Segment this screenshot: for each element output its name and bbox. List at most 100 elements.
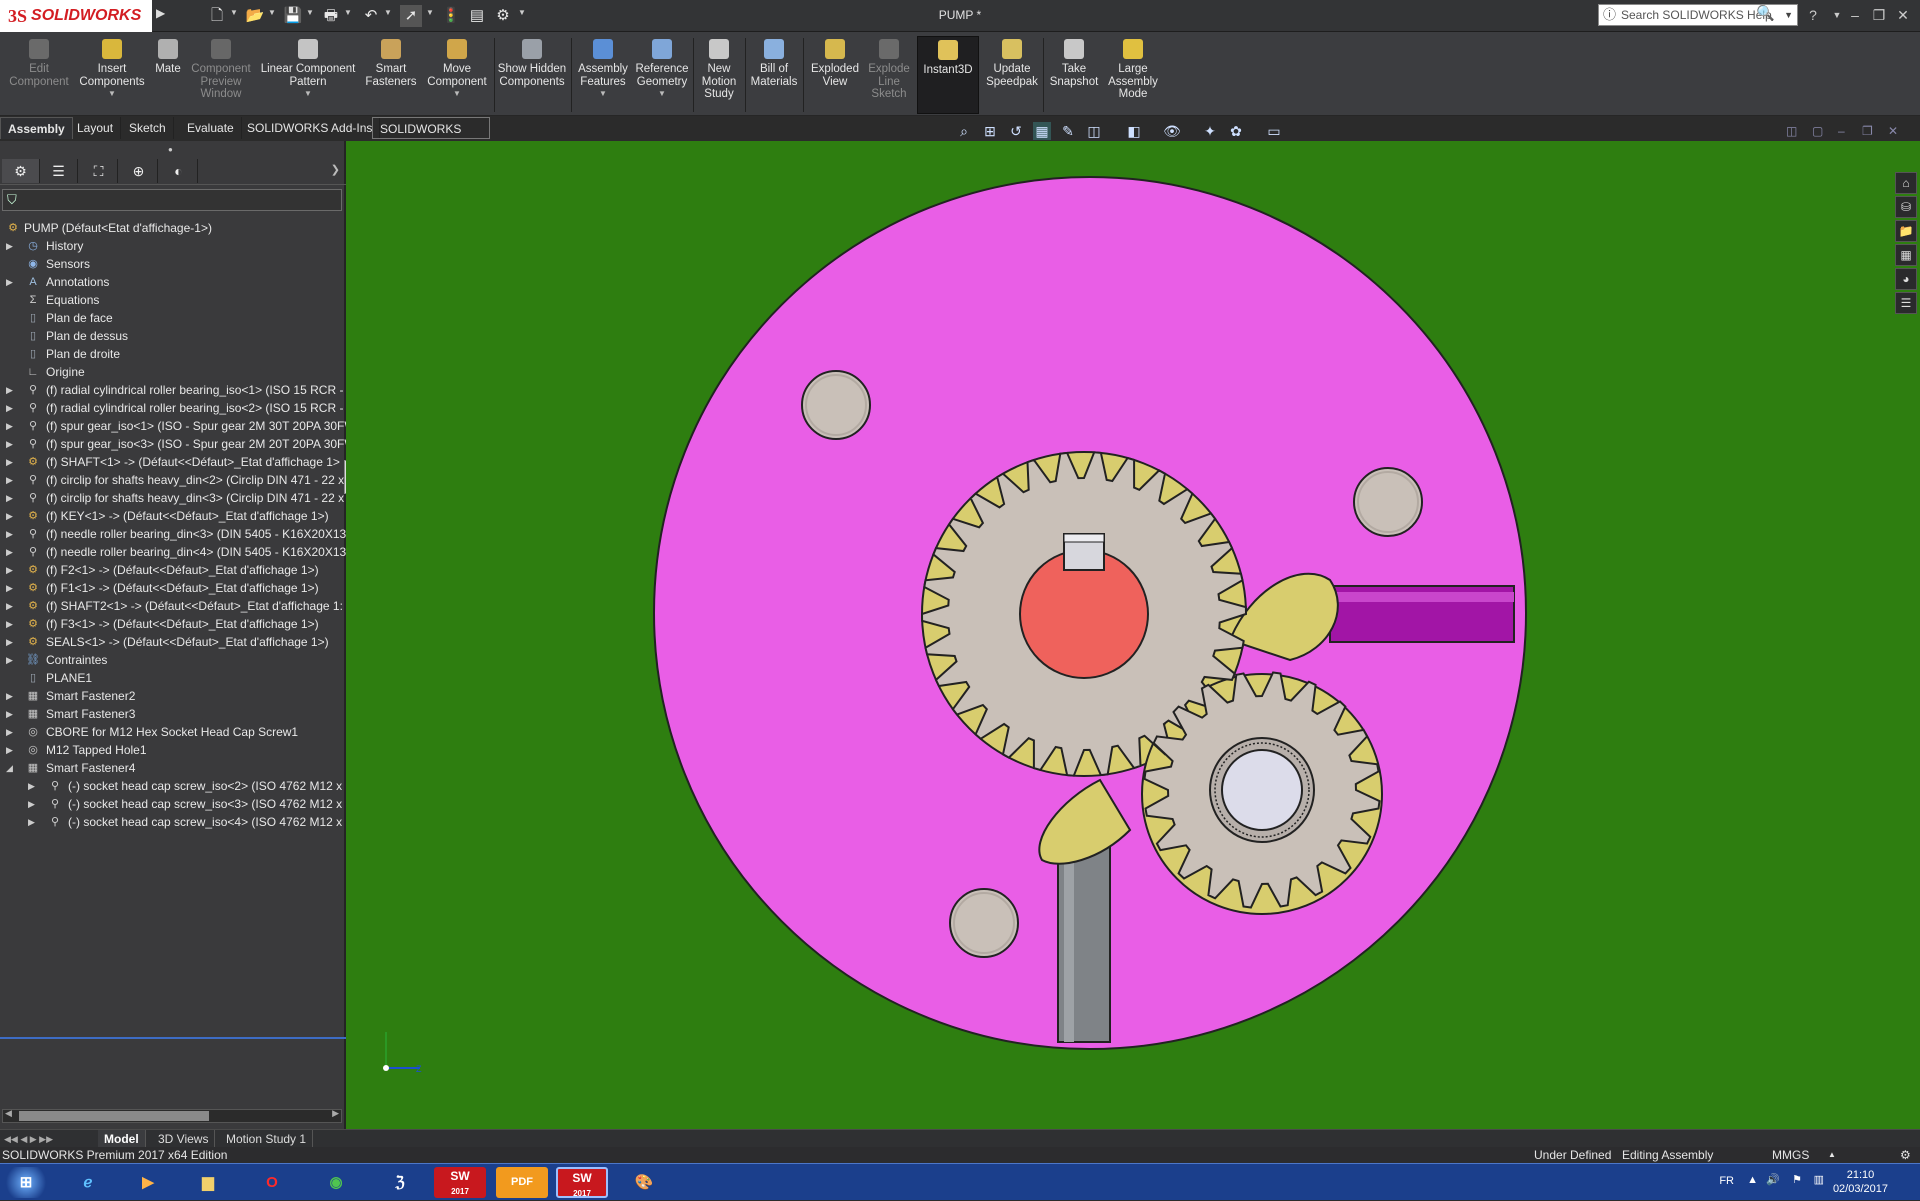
opera-icon[interactable]: O bbox=[246, 1167, 298, 1198]
ie-icon[interactable]: ℯ bbox=[62, 1167, 114, 1198]
save-dropdown-icon[interactable]: ▼ bbox=[306, 8, 314, 17]
options-dropdown-icon[interactable]: ▼ bbox=[518, 8, 526, 17]
tab-layout[interactable]: Layout bbox=[70, 117, 122, 139]
media-player-icon[interactable]: ▶ bbox=[122, 1167, 174, 1198]
tab-sketch[interactable]: Sketch bbox=[122, 117, 174, 139]
tree-filter-input[interactable]: ⛉ bbox=[2, 189, 342, 211]
show-hidden-icons-icon[interactable]: ▲ bbox=[1747, 1174, 1758, 1186]
scroll-right-icon[interactable]: ▶ bbox=[332, 1108, 339, 1119]
tree-item[interactable]: ▶ ⚲ (-) socket head cap screw_iso<4> (ISO … bbox=[0, 811, 346, 833]
assembly-features-dropdown-icon[interactable]: ▼ bbox=[574, 88, 632, 101]
open-folder-icon[interactable]: 📂 bbox=[244, 5, 266, 27]
large-assembly-mode-button[interactable]: Large Assembly Mode bbox=[1104, 36, 1162, 114]
save-icon[interactable]: 💾 bbox=[282, 5, 304, 27]
display-style-icon[interactable]: ◧ bbox=[1125, 122, 1143, 140]
customize-status-icon[interactable]: ⚙ bbox=[1900, 1147, 1911, 1163]
print-dropdown-icon[interactable]: ▼ bbox=[344, 8, 352, 17]
dimxpert-tab-icon[interactable]: ⊕ bbox=[120, 159, 158, 183]
update-speedpak-button[interactable]: Update Speedpak bbox=[982, 36, 1042, 114]
volume-icon[interactable]: 🔊 bbox=[1766, 1173, 1780, 1186]
custom-properties-icon[interactable]: ☰ bbox=[1895, 292, 1917, 314]
new-dropdown-icon[interactable]: ▼ bbox=[230, 8, 238, 17]
open-dropdown-icon[interactable]: ▼ bbox=[268, 8, 276, 17]
tab-motion-study-1[interactable]: Motion Study 1 bbox=[220, 1130, 314, 1148]
view-orientation-icon[interactable]: ◫ bbox=[1085, 122, 1103, 140]
scroll-left-icon[interactable]: ◀ bbox=[5, 1108, 12, 1119]
pdf-icon[interactable]: PDF bbox=[496, 1167, 548, 1198]
viewport-tile-icon[interactable]: ◫ bbox=[1786, 124, 1804, 140]
file-properties-icon[interactable]: ▤ bbox=[466, 5, 488, 27]
bill-of-materials-button[interactable]: Bill of Materials bbox=[748, 36, 800, 114]
tab-solidworks-mbd[interactable]: SOLIDWORKS MBD bbox=[372, 117, 490, 158]
new-document-icon[interactable]: 🗋 bbox=[206, 5, 228, 27]
zoom-to-fit-icon[interactable]: ⌕ bbox=[955, 122, 973, 140]
minimize-icon[interactable]: – bbox=[1844, 4, 1866, 26]
print-icon[interactable]: 🖶 bbox=[320, 5, 342, 27]
select-dropdown-icon[interactable]: ▼ bbox=[426, 8, 434, 17]
view-palette-icon[interactable]: ▦ bbox=[1895, 244, 1917, 266]
ds-icon[interactable]: ℨ bbox=[374, 1167, 426, 1198]
clock[interactable]: 21:10 02/03/2017 bbox=[1833, 1168, 1888, 1196]
unit-system-dropdown-icon[interactable]: ▲ bbox=[1828, 1147, 1836, 1163]
panel-expand-icon[interactable]: ❯ bbox=[331, 163, 340, 176]
tab-solidworks-add-ins[interactable]: SOLIDWORKS Add-Ins bbox=[240, 117, 381, 139]
move-component-button[interactable]: Move Component ▼ bbox=[424, 36, 490, 114]
explorer-icon[interactable]: ▆ bbox=[182, 1167, 234, 1198]
help-button[interactable]: ? bbox=[1802, 4, 1824, 26]
expand-icon[interactable]: ▶ bbox=[28, 811, 38, 833]
tab-model[interactable]: Model bbox=[98, 1130, 146, 1148]
configuration-manager-tab-icon[interactable]: ⛶ bbox=[80, 159, 118, 183]
appearances-icon[interactable]: ◕ bbox=[1895, 268, 1917, 290]
tab-scroll-icons[interactable]: ◀◀ ◀ ▶ ▶▶ bbox=[4, 1130, 53, 1148]
search-help-input[interactable]: ⓘ Search SOLIDWORKS Help 🔍 ▼ bbox=[1598, 4, 1798, 26]
chrome-icon[interactable]: ◉ bbox=[310, 1167, 362, 1198]
search-icon[interactable]: 🔍 bbox=[1756, 4, 1775, 24]
viewport-close-icon[interactable]: ✕ bbox=[1888, 124, 1906, 140]
language-indicator[interactable]: FR bbox=[1719, 1175, 1734, 1187]
display-manager-tab-icon[interactable]: ◐ bbox=[160, 159, 198, 183]
options-gear-icon[interactable]: ⚙ bbox=[492, 5, 514, 27]
feature-manager-tab-icon[interactable]: ⚙ bbox=[2, 159, 40, 183]
graphics-area[interactable]: Z bbox=[346, 141, 1920, 1129]
traffic-light-icon[interactable]: 🚦 bbox=[440, 5, 462, 27]
solidworks-resources-icon[interactable]: ⌂ bbox=[1895, 172, 1917, 194]
file-explorer-icon[interactable]: 📁 bbox=[1895, 220, 1917, 242]
start-icon[interactable]: ⊞ bbox=[2, 1167, 50, 1198]
rollback-bar[interactable] bbox=[0, 1037, 346, 1039]
zoom-to-area-icon[interactable]: ⊞ bbox=[981, 122, 999, 140]
tree-horizontal-scrollbar[interactable]: ◀ ▶ bbox=[2, 1108, 342, 1123]
bolt-head-2[interactable] bbox=[1353, 467, 1423, 537]
search-dropdown-icon[interactable]: ▼ bbox=[1784, 5, 1793, 25]
hide-show-items-icon[interactable]: 👁 bbox=[1163, 122, 1181, 140]
viewport-minimize-icon[interactable]: – bbox=[1838, 124, 1856, 140]
take-snapshot-button[interactable]: Take Snapshot bbox=[1046, 36, 1102, 114]
instant3d-button[interactable]: Instant3D bbox=[917, 36, 979, 114]
menu-expand-icon[interactable]: ▶ bbox=[156, 6, 170, 26]
bolt-head-1[interactable] bbox=[801, 370, 871, 440]
insert-components-button[interactable]: Insert Components ▼ bbox=[76, 36, 148, 114]
viewport-restore-icon[interactable]: ❐ bbox=[1862, 124, 1880, 140]
linear-pattern-dropdown-icon[interactable]: ▼ bbox=[258, 88, 358, 101]
solidworks-2017-icon[interactable]: SW 2017 bbox=[434, 1167, 486, 1198]
panel-grip-icon[interactable]: ● bbox=[168, 145, 173, 154]
solidworks-2017-active-icon[interactable]: SW 2017 bbox=[556, 1167, 608, 1198]
action-center-icon[interactable]: ⚑ bbox=[1792, 1173, 1802, 1186]
tab-3d-views[interactable]: 3D Views bbox=[152, 1130, 216, 1148]
insert-components-dropdown-icon[interactable]: ▼ bbox=[76, 88, 148, 101]
undo-dropdown-icon[interactable]: ▼ bbox=[384, 8, 392, 17]
component-preview-window-button[interactable]: Component Preview Window bbox=[186, 36, 256, 114]
reference-geometry-button[interactable]: Reference Geometry ▼ bbox=[632, 36, 692, 114]
scrollbar-thumb[interactable] bbox=[19, 1111, 209, 1121]
unit-system-selector[interactable]: MMGS bbox=[1772, 1147, 1809, 1163]
section-view-icon[interactable]: ▦ bbox=[1033, 122, 1051, 140]
edit-component-button[interactable]: Edit Component bbox=[4, 36, 74, 114]
smart-fasteners-button[interactable]: Smart Fasteners bbox=[360, 36, 422, 114]
new-motion-study-button[interactable]: New Motion Study bbox=[696, 36, 742, 114]
design-library-icon[interactable]: ⛁ bbox=[1895, 196, 1917, 218]
solidworks-logo[interactable]: 3S SOLIDWORKS bbox=[0, 0, 152, 32]
undo-icon[interactable]: ↶ bbox=[360, 5, 382, 27]
previous-view-icon[interactable]: ↺ bbox=[1007, 122, 1025, 140]
select-pointer-icon[interactable]: ➚ bbox=[400, 5, 422, 27]
explode-line-sketch-button[interactable]: Explode Line Sketch bbox=[864, 36, 914, 114]
pump-model-view[interactable]: Z bbox=[346, 141, 1920, 1129]
